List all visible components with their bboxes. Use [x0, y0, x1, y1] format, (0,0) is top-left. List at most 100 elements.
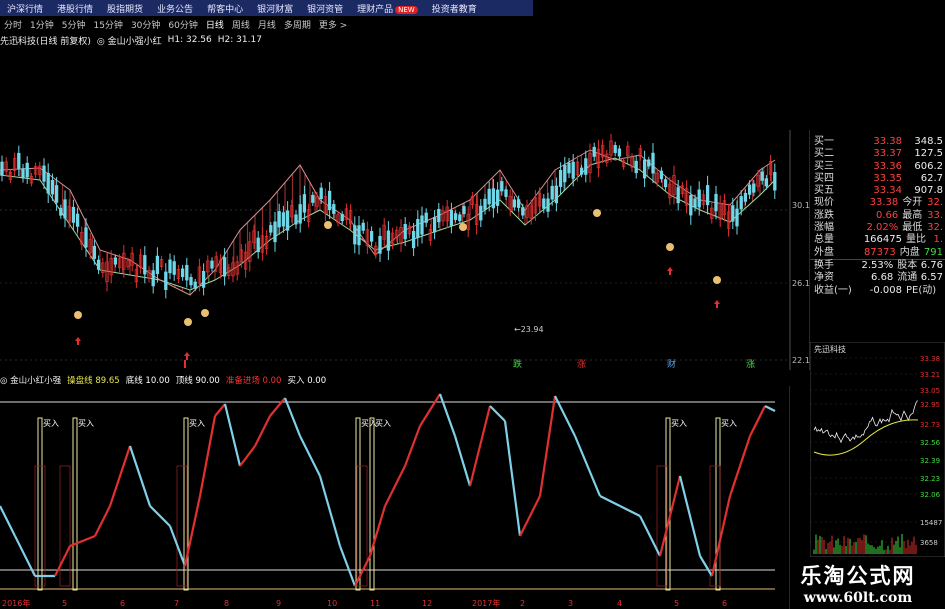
bid-row[interactable]: 买三 33.36 606.2	[810, 161, 945, 173]
bid-volume: 606.2	[914, 160, 943, 172]
toolbar-tab-2[interactable]: 股指期货	[100, 2, 150, 15]
period-8[interactable]: 月线	[254, 18, 280, 31]
bid-label: 买三	[814, 160, 834, 172]
period-0[interactable]: 分时	[0, 18, 26, 31]
oscillator-segment	[619, 505, 641, 517]
toolbar-tab-7[interactable]: 理财产品 NEW	[350, 2, 425, 15]
h1-value: H1: 32.56	[167, 35, 212, 45]
candle-body	[281, 212, 286, 227]
bid-volume: 62.7	[920, 172, 943, 184]
indicator-title[interactable]: ◎ 金山小强小红	[97, 34, 162, 47]
period-2[interactable]: 5分钟	[58, 18, 90, 31]
period-3[interactable]: 15分钟	[89, 18, 126, 31]
stat-label: 总量	[814, 234, 834, 246]
toolbar-tab-5[interactable]: 银河财富	[250, 2, 300, 15]
candle-body	[269, 225, 273, 233]
oscillator-segment	[54, 545, 71, 577]
period-9[interactable]: 多周期	[280, 18, 315, 31]
top-toolbar: 沪深行情 港股行情 股指期货 业务公告 帮客中心 银河财富 银河资管 理财产品 NEW 投资者教育	[0, 0, 533, 16]
indicator-item-label: 顶线	[175, 376, 193, 386]
period-4[interactable]: 30分钟	[127, 18, 164, 31]
stat-value: 0.66	[875, 209, 899, 221]
signal-marker: 财	[667, 358, 676, 370]
stat-label: 涨幅	[814, 222, 834, 234]
oscillator-segment	[318, 475, 342, 547]
period-6[interactable]: 日线	[202, 18, 228, 31]
candle-body	[21, 168, 25, 179]
buy-signal-bar	[72, 417, 78, 591]
toolbar-tab-0[interactable]: 沪深行情	[0, 2, 50, 15]
buy-signal-bar	[715, 417, 721, 591]
date-tick: 5	[674, 599, 679, 608]
intraday-mini-chart[interactable]: 先迅科技 33.38 33.21 33.05 32.95 32.73 32.56 32.39 3…	[810, 342, 945, 557]
buy-label: 买入	[189, 419, 205, 428]
toolbar-tab-6[interactable]: 银河资管	[300, 2, 350, 15]
price-chart[interactable]: 30.17 26.18 22.19 ←23.94 跌 涨 财 涨	[0, 130, 810, 370]
date-tick: 8	[224, 599, 229, 608]
candle-body	[647, 159, 651, 167]
candle-body	[164, 271, 168, 290]
money-bag-icon	[593, 209, 601, 217]
candle-body	[42, 165, 46, 182]
date-tick: 12	[422, 599, 432, 608]
candle-body	[378, 235, 382, 254]
candle-body	[75, 213, 80, 227]
period-5[interactable]: 60分钟	[164, 18, 201, 31]
candle-body	[332, 204, 336, 214]
toolbar-tab-8[interactable]: 投资者教育	[425, 2, 484, 15]
candle-body	[411, 230, 416, 249]
period-7[interactable]: 周线	[228, 18, 254, 31]
candle-body	[500, 181, 504, 192]
quote-panel: 买一 33.38 348.5 买二 33.37 127.5 买三 33.36 606.2 买四 33…	[810, 136, 945, 341]
oscillator-segment	[519, 495, 541, 537]
candle-body	[584, 158, 588, 175]
toolbar-tab-4[interactable]: 帮客中心	[200, 2, 250, 15]
candle-body	[285, 210, 290, 231]
oscillator-segment	[453, 435, 472, 487]
stat-label: 换手	[814, 259, 834, 271]
oscillator-segment	[599, 495, 621, 507]
toolbar-tab-1[interactable]: 港股行情	[50, 2, 100, 15]
money-bag-icon	[201, 309, 209, 317]
stat-value: 166475	[863, 234, 902, 246]
stat-value: 2.53%	[861, 259, 894, 271]
date-tick: 9	[276, 599, 281, 608]
candle-body	[550, 185, 554, 200]
buy-label: 买入	[43, 419, 59, 428]
period-10[interactable]: 更多 >	[315, 18, 351, 31]
oscillator-segment	[94, 505, 111, 537]
candle-body	[361, 222, 365, 231]
bid-row[interactable]: 买一 33.38 348.5	[810, 136, 945, 148]
period-1[interactable]: 1分钟	[26, 18, 58, 31]
bid-row[interactable]: 买五 33.34 907.8	[810, 185, 945, 197]
oscillator-segment	[168, 525, 187, 567]
date-tick: 7	[174, 599, 179, 608]
buy-label: 买入	[375, 419, 391, 428]
candle-body	[256, 237, 260, 253]
candle-body	[571, 161, 575, 179]
stat-label: 涨跌	[814, 209, 834, 221]
candle-body	[155, 255, 160, 275]
bid-row[interactable]: 买二 33.37 127.5	[810, 148, 945, 160]
candle-body	[634, 160, 638, 174]
stat-value-2	[932, 285, 945, 297]
bid-row[interactable]: 买四 33.35 62.7	[810, 173, 945, 185]
oscillator-segment	[438, 393, 457, 437]
date-tick: 4	[617, 599, 622, 608]
stat-label: 现价	[814, 197, 834, 209]
indicator-header: ◎ 金山小红小强 操盘线 89.65 底线 10.00 顶线 90.00 准备进场 0.…	[0, 374, 326, 386]
stat-row: 外盘 87373 内盘 791	[810, 247, 945, 259]
oscillator-segment	[223, 403, 242, 467]
indicator-item: 顶线 90.00	[176, 374, 220, 386]
bid-price: 33.38	[873, 136, 902, 147]
candle-body	[0, 161, 4, 176]
toolbar-tab-3[interactable]: 业务公告	[150, 2, 200, 15]
candle-body	[453, 213, 458, 220]
indicator-chart[interactable]: 50.00买入买入买入买入买入买入买入2016年567891011122017年…	[0, 386, 790, 609]
candle-body	[764, 178, 769, 187]
stat-label-2: 量比	[906, 234, 926, 246]
indicator-name[interactable]: ◎ 金山小红小强	[0, 374, 61, 386]
oscillator-segment	[728, 435, 752, 497]
bid-price: 33.35	[873, 172, 902, 184]
candle-body	[659, 170, 664, 180]
